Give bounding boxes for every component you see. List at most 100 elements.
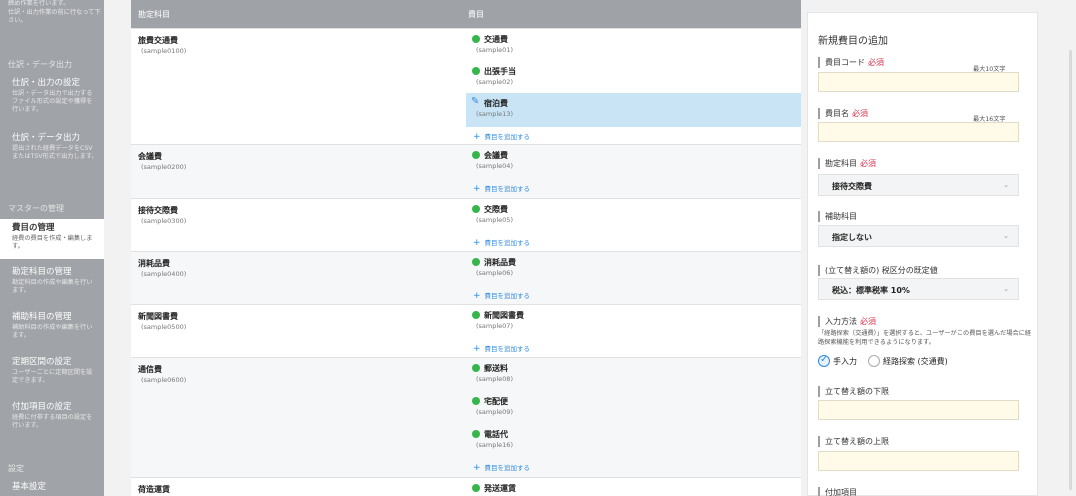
table-row: 通信費 (sample0600) 郵送料 (sample08) 宅配便 (sam… xyxy=(131,357,801,477)
name-label-text: 費目名 xyxy=(825,109,849,118)
radio-manual-input[interactable]: 手入力 xyxy=(818,354,857,367)
expense-item-selected[interactable]: ✎ 宿泊費 (sample13) xyxy=(466,93,801,127)
expense-item[interactable]: 電話代 (sample16) xyxy=(466,424,801,458)
active-status-icon xyxy=(472,430,480,438)
expense-item[interactable]: 交際費 (sample05) xyxy=(466,199,801,233)
sidebar-item-extra-fields[interactable]: 付加項目の設定 経費に付帯する項目の設定を行います。 xyxy=(0,402,104,430)
sidebar-item-label: 付加項目の設定 xyxy=(12,402,72,412)
expense-item[interactable]: 会議費 (sample04) xyxy=(466,145,801,179)
active-status-icon xyxy=(472,35,480,43)
add-expense-link[interactable]: + 費目を追加する xyxy=(473,290,530,301)
expense-table: 勘定科目 費目 旅費交通費 (sample0100) 交通費 (sample01… xyxy=(131,0,801,496)
column-header-expense: 費目 xyxy=(468,10,484,19)
active-status-icon xyxy=(472,151,480,159)
sidebar-item-subaccount-management[interactable]: 補助科目の管理 補助科目の作成や編集を行います。 xyxy=(0,312,104,340)
expense-code: (sample01) xyxy=(476,46,513,54)
expense-code-input[interactable] xyxy=(818,72,1019,92)
account-code: (sample0200) xyxy=(141,163,187,171)
expense-name: 宅配便 xyxy=(484,397,508,406)
expense-name: 新聞図書費 xyxy=(484,311,524,320)
add-expense-link[interactable]: + 費目を追加する xyxy=(473,183,530,194)
account-name: 接待交際費 xyxy=(138,206,178,215)
radio-route-search[interactable]: 経路探索 (交通費) xyxy=(868,355,948,367)
lower-limit-field-label: 立て替え額の下限 xyxy=(818,386,889,397)
sidebar-item-label: 補助科目の管理 xyxy=(12,312,72,322)
subaccount-select[interactable]: 指定しない ⌄ xyxy=(818,225,1019,247)
sidebar-item-journal-output[interactable]: 仕訳・データ出力 提出された経費データをCSVまたはTSV形式で出力します。 xyxy=(0,133,104,161)
tax-category-select[interactable]: 税込：標準税率 10% ⌄ xyxy=(818,278,1019,300)
add-expense-link[interactable]: + 費目を追加する xyxy=(473,131,530,142)
add-expense-link[interactable]: + 費目を追加する xyxy=(473,237,530,248)
plus-icon: + xyxy=(473,184,481,194)
input-method-label-text: 入力方法 xyxy=(825,317,857,326)
table-row: 会議費 (sample0200) 会議費 (sample04) + 費目を追加する xyxy=(131,144,801,198)
sidebar-item-expense-management[interactable]: 費目の管理 経費の費目を作成・編集します。 xyxy=(0,219,104,259)
expense-item[interactable]: 交通費 (sample01) xyxy=(466,29,801,63)
sidebar-item-journal-settings[interactable]: 仕訳・出力の設定 仕訳・データ出力で出力するファイル形式の設定や獲得を行います。 xyxy=(0,78,104,115)
page-scrollbar[interactable] xyxy=(1069,50,1072,490)
sidebar-item-label: 仕訳・データ出力 xyxy=(12,133,81,143)
sidebar-item-commuter-route[interactable]: 定期区間の設定 ユーザーごとに定期区間を設定できます。 xyxy=(0,357,104,385)
expense-name: 消耗品費 xyxy=(484,258,516,267)
subaccount-field-label: 補助科目 xyxy=(818,211,857,222)
expense-name: 交通費 xyxy=(484,35,508,44)
sidebar-section-journal: 仕訳・データ出力 xyxy=(8,60,72,69)
expense-item[interactable]: 消耗品費 (sample06) xyxy=(466,252,801,286)
expense-item[interactable]: 新聞図書費 (sample07) xyxy=(466,305,801,339)
sidebar-item-desc: 勘定科目の作成や編集を行います。 xyxy=(12,279,93,295)
table-row: 旅費交通費 (sample0100) 交通費 (sample01) 出張手当 (… xyxy=(131,28,801,144)
expense-name: 発送運賃 xyxy=(484,484,516,493)
account-code: (sample0100) xyxy=(141,47,187,55)
account-name: 新聞図書費 xyxy=(138,312,178,321)
expense-code: (sample09) xyxy=(476,408,513,416)
expense-code: (sample13) xyxy=(476,110,513,118)
sidebar-item-desc: 補助科目の作成や編集を行います。 xyxy=(12,324,93,340)
form-title: 新規費目の追加 xyxy=(818,36,888,47)
plus-icon: + xyxy=(473,291,481,301)
sidebar-item-label: 仕訳・出力の設定 xyxy=(12,78,81,88)
sidebar-item-label: 定期区間の設定 xyxy=(12,357,72,367)
expense-code: (sample05) xyxy=(476,216,513,224)
table-row: 荷造運賃 発送運賃 xyxy=(131,477,801,496)
account-select[interactable]: 接待交際費 ⌄ xyxy=(818,174,1019,196)
extra-fields-label: 付加項目 xyxy=(818,487,857,496)
account-name: 会議費 xyxy=(138,152,162,161)
expense-name: 出張手当 xyxy=(484,67,516,76)
account-code: (sample0600) xyxy=(141,376,187,384)
code-label-text: 費目コード xyxy=(825,58,865,67)
add-expense-link[interactable]: + 費目を追加する xyxy=(473,462,530,473)
upper-limit-field-label: 立て替え額の上限 xyxy=(818,436,889,447)
lower-limit-input[interactable] xyxy=(818,400,1019,420)
expense-name: 電話代 xyxy=(484,430,508,439)
sidebar-section-settings: 設定 xyxy=(8,464,24,473)
upper-limit-input[interactable] xyxy=(818,451,1019,471)
column-header-account: 勘定科目 xyxy=(138,10,170,19)
account-field-label: 勘定科目 必須 xyxy=(818,158,876,169)
chevron-down-icon: ⌄ xyxy=(1003,232,1009,240)
account-code: (sample0500) xyxy=(141,323,187,331)
expense-item[interactable]: 出張手当 (sample02) xyxy=(466,61,801,95)
expense-code: (sample02) xyxy=(476,78,513,86)
chevron-down-icon: ⌄ xyxy=(1003,285,1009,293)
active-status-icon xyxy=(472,397,480,405)
radio-route-label: 経路探索 (交通費) xyxy=(883,356,948,366)
expense-item[interactable]: 郵送料 (sample08) xyxy=(466,358,801,392)
expense-item[interactable]: 発送運賃 xyxy=(466,478,801,496)
sidebar-item-account-management[interactable]: 勘定科目の管理 勘定科目の作成や編集を行います。 xyxy=(0,267,104,295)
add-expense-label: 費目を追加する xyxy=(484,292,531,300)
expense-code: (sample07) xyxy=(476,322,513,330)
sidebar-item-label: 基本設定 xyxy=(12,482,47,492)
expense-item[interactable]: 宅配便 (sample09) xyxy=(466,391,801,425)
account-label-text: 勘定科目 xyxy=(825,159,857,168)
expense-name-input[interactable] xyxy=(818,122,1019,142)
sidebar-item-desc: 経費に付帯する項目の設定を行います。 xyxy=(12,414,93,430)
plus-icon: + xyxy=(473,238,481,248)
active-status-icon xyxy=(472,258,480,266)
required-badge: 必須 xyxy=(852,109,868,118)
add-expense-label: 費目を追加する xyxy=(484,464,531,472)
add-expense-link[interactable]: + 費目を追加する xyxy=(473,343,530,354)
expense-code: (sample08) xyxy=(476,375,513,383)
expense-name: 宿泊費 xyxy=(484,99,508,108)
sidebar-item-basic-settings[interactable]: 基本設定 xyxy=(0,482,104,493)
radio-checked-icon xyxy=(818,354,830,367)
